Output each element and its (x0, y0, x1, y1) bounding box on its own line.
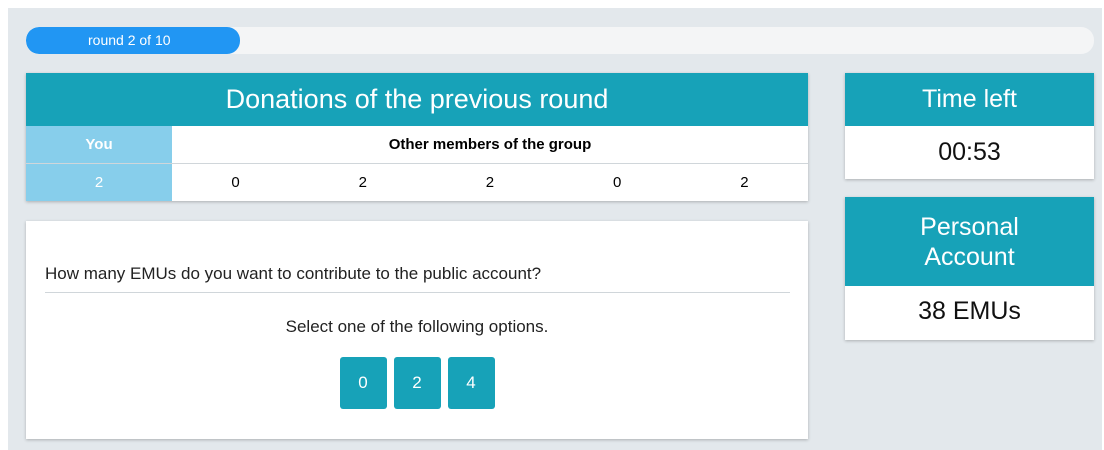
option-button-2[interactable]: 2 (393, 357, 441, 409)
donations-table: You Other members of the group 2 0 2 2 0… (26, 126, 808, 201)
other-members-header: Other members of the group (172, 126, 808, 164)
time-left-panel: Time left 00:53 (845, 73, 1094, 179)
contribution-options: 0 2 4 (26, 357, 808, 409)
member-donation-value: 2 (358, 174, 367, 191)
option-button-4[interactable]: 4 (447, 357, 495, 409)
member-donation-value: 0 (612, 174, 622, 191)
previous-donations-panel: Donations of the previous round You Othe… (26, 73, 808, 201)
round-progress-label: round 2 of 10 (88, 32, 171, 48)
option-button-0[interactable]: 0 (339, 357, 387, 409)
member-donation-value: 0 (231, 174, 240, 191)
round-progress-bar: round 2 of 10 (26, 27, 1094, 54)
donations-values-row: 2 0 2 2 0 2 (26, 163, 808, 201)
contribution-question-panel: How many EMUs do you want to contribute … (26, 221, 808, 439)
donations-header-row: You Other members of the group (26, 126, 808, 164)
time-left-title: Time left (845, 73, 1094, 126)
personal-account-value: 38 EMUs (918, 297, 1021, 325)
time-left-value: 00:53 (938, 138, 1001, 166)
member-donation-value: 2 (485, 174, 495, 191)
previous-donations-title: Donations of the previous round (26, 73, 808, 126)
you-column-header: You (26, 126, 172, 164)
personal-account-panel: Personal Account 38 EMUs (845, 197, 1094, 340)
contribution-question: How many EMUs do you want to contribute … (45, 264, 790, 293)
member-donation-value: 2 (740, 174, 749, 191)
personal-account-title: Personal Account (845, 197, 1094, 286)
you-donation-value: 2 (26, 163, 172, 201)
option-instruction: Select one of the following options. (285, 317, 549, 336)
round-progress-fill: round 2 of 10 (26, 27, 240, 54)
page-background: round 2 of 10 Donations of the previous … (8, 8, 1102, 450)
